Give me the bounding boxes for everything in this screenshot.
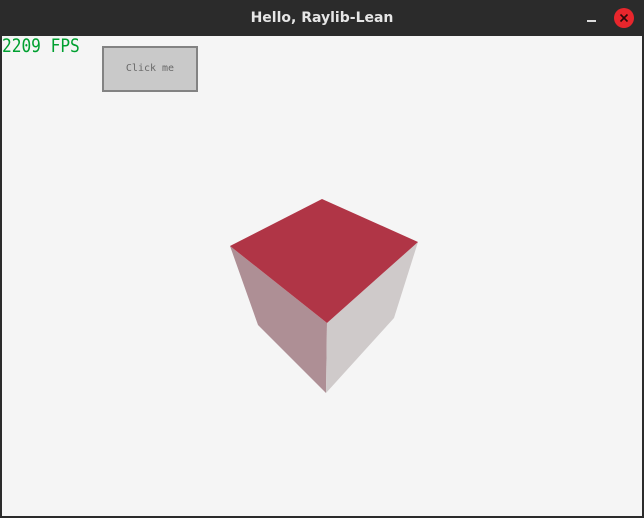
minimize-icon — [587, 20, 596, 22]
close-button[interactable] — [614, 8, 634, 28]
minimize-button[interactable] — [582, 8, 602, 28]
cube-3d — [230, 199, 418, 393]
app-window: Hello, Raylib-Lean 2209 FPS Click me — [0, 0, 644, 518]
window-title: Hello, Raylib-Lean — [250, 10, 394, 26]
close-icon — [619, 13, 629, 23]
title-bar[interactable]: Hello, Raylib-Lean — [0, 0, 644, 36]
render-canvas[interactable]: 2209 FPS Click me — [2, 36, 642, 516]
